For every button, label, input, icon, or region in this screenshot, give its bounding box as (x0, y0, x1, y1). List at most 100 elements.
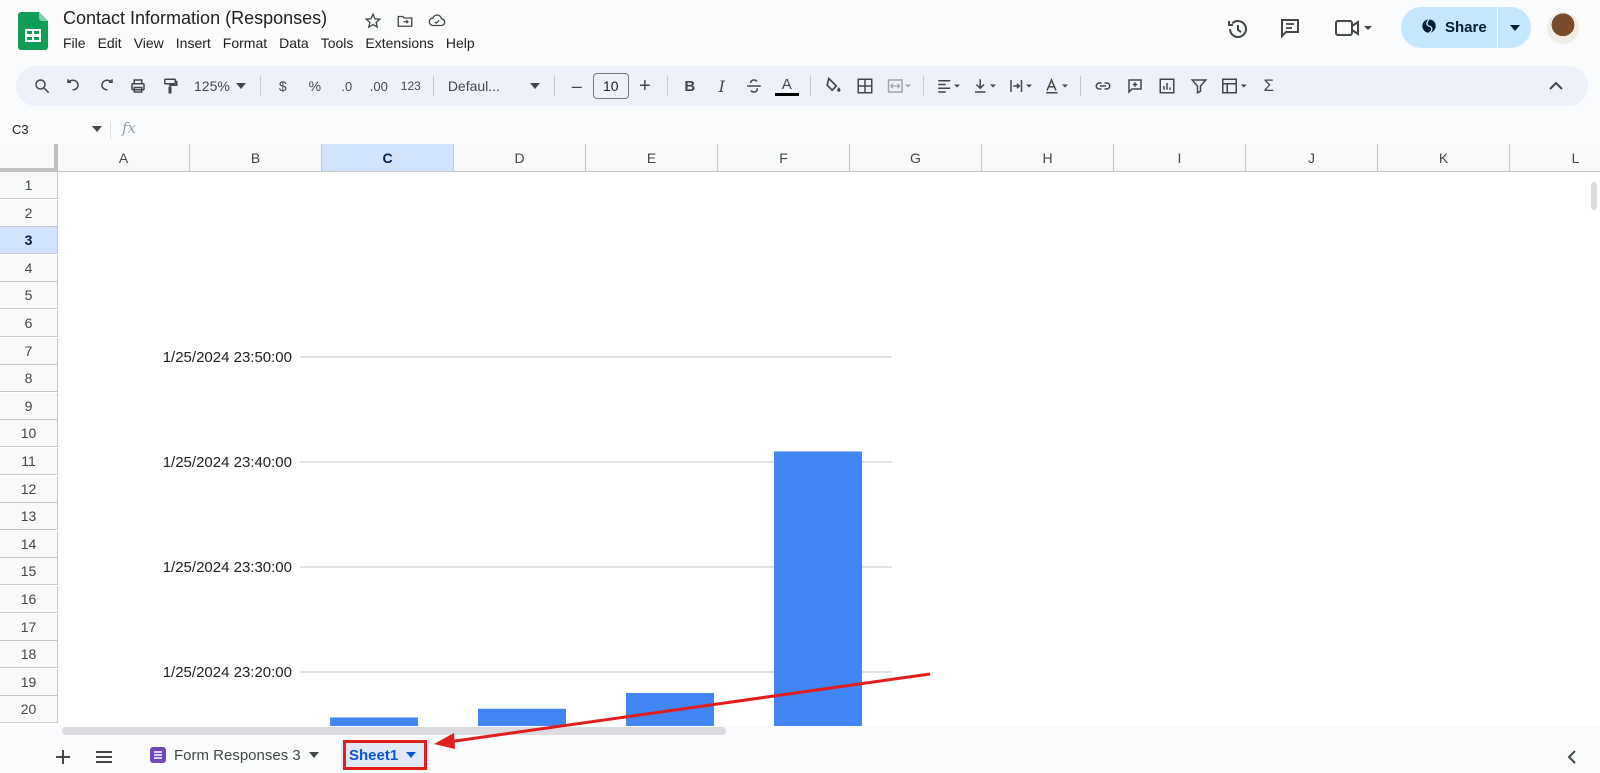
undo-icon[interactable] (60, 72, 88, 100)
menu-view[interactable]: View (134, 35, 172, 51)
chevron-down-icon[interactable] (308, 752, 319, 758)
row-header-15[interactable]: 15 (0, 558, 58, 586)
vertical-align-icon[interactable] (968, 72, 1000, 100)
vertical-scrollbar[interactable] (1588, 178, 1600, 726)
filter-views-icon[interactable] (1217, 72, 1251, 100)
row-header-18[interactable]: 18 (0, 641, 58, 669)
menu-insert[interactable]: Insert (176, 35, 219, 51)
column-header-b[interactable]: B (190, 144, 322, 172)
row-header-11[interactable]: 11 (0, 448, 58, 475)
row-header-3[interactable]: 3 (0, 227, 58, 255)
insert-link-icon[interactable] (1089, 72, 1117, 100)
row-header-13[interactable]: 13 (0, 503, 58, 531)
row-header-5[interactable]: 5 (0, 282, 58, 310)
move-folder-icon[interactable] (394, 10, 416, 32)
add-sheet-icon[interactable] (52, 746, 74, 768)
row-header-6[interactable]: 6 (0, 310, 58, 337)
filter-icon[interactable] (1185, 72, 1213, 100)
functions-button[interactable]: Σ (1255, 72, 1283, 100)
chart-bar[interactable] (626, 693, 714, 726)
strikethrough-icon[interactable] (740, 72, 768, 100)
collapse-toolbar-icon[interactable] (1542, 72, 1570, 100)
select-all-corner[interactable] (0, 144, 58, 172)
redo-icon[interactable] (92, 72, 120, 100)
column-header-j[interactable]: J (1246, 144, 1378, 172)
insert-comment-icon[interactable] (1121, 72, 1149, 100)
horizontal-align-icon[interactable] (932, 72, 964, 100)
column-header-a[interactable]: A (58, 144, 190, 172)
meet-icon[interactable] (1332, 15, 1376, 41)
increase-decimal-button[interactable]: .00 (365, 72, 393, 100)
search-menus-icon[interactable] (28, 72, 56, 100)
increase-font-size-button[interactable]: + (631, 72, 659, 100)
row-header-12[interactable]: 12 (0, 475, 58, 503)
paint-format-icon[interactable] (156, 72, 184, 100)
row-header-20[interactable]: 20 (0, 696, 58, 724)
all-sheets-icon[interactable] (93, 746, 115, 768)
column-header-l[interactable]: L (1510, 144, 1600, 172)
menu-file[interactable]: File (63, 35, 94, 51)
menu-edit[interactable]: Edit (98, 35, 130, 51)
column-header-d[interactable]: D (454, 144, 586, 172)
print-icon[interactable] (124, 72, 152, 100)
document-title[interactable]: Contact Information (Responses) (63, 8, 327, 29)
merge-cells-icon[interactable] (883, 72, 915, 100)
percent-button[interactable]: % (301, 72, 329, 100)
vertical-scroll-thumb[interactable] (1591, 182, 1597, 210)
share-button[interactable]: Share (1401, 7, 1531, 48)
column-header-i[interactable]: I (1114, 144, 1246, 172)
decrease-font-size-button[interactable]: – (563, 72, 591, 100)
row-header-16[interactable]: 16 (0, 586, 58, 613)
currency-button[interactable]: $ (269, 72, 297, 100)
text-wrapping-icon[interactable] (1004, 72, 1036, 100)
menu-extensions[interactable]: Extensions (365, 35, 441, 51)
avatar[interactable] (1547, 12, 1579, 44)
version-history-icon[interactable] (1225, 16, 1251, 42)
menu-help[interactable]: Help (446, 35, 483, 51)
zoom-select[interactable]: 125% (188, 72, 252, 100)
italic-button[interactable]: I (708, 72, 736, 100)
row-header-2[interactable]: 2 (0, 199, 58, 227)
sheet-tab-form-responses[interactable]: Form Responses 3 (142, 740, 327, 770)
chart-bar[interactable] (774, 451, 862, 727)
bold-button[interactable]: B (676, 72, 704, 100)
row-header-19[interactable]: 19 (0, 668, 58, 696)
menu-data[interactable]: Data (279, 35, 317, 51)
decrease-decimal-button[interactable]: .0 (333, 72, 361, 100)
collapse-side-panel-icon[interactable] (1561, 746, 1583, 768)
row-header-4[interactable]: 4 (0, 254, 58, 282)
column-header-k[interactable]: K (1378, 144, 1510, 172)
row-header-9[interactable]: 9 (0, 392, 58, 420)
column-header-f[interactable]: F (718, 144, 850, 172)
menu-tools[interactable]: Tools (321, 35, 362, 51)
horizontal-scroll-thumb[interactable] (62, 727, 726, 735)
cloud-saved-icon[interactable] (426, 10, 448, 32)
font-select[interactable]: Defaul... (442, 72, 546, 100)
row-header-7[interactable]: 7 (0, 337, 58, 365)
borders-icon[interactable] (851, 72, 879, 100)
row-header-14[interactable]: 14 (0, 530, 58, 558)
column-header-c[interactable]: C (322, 144, 454, 172)
text-rotation-icon[interactable] (1040, 72, 1072, 100)
more-formats-button[interactable]: 123 (397, 72, 425, 100)
text-color-button[interactable]: A (772, 72, 802, 100)
spreadsheet-grid[interactable]: ABCDEFGHIJKL 1 2 3 4 5 6 7 8 9 10 11 12 13 14 15 16 17 18… (0, 144, 1600, 726)
column-header-h[interactable]: H (982, 144, 1114, 172)
menu-format[interactable]: Format (223, 35, 275, 51)
comments-icon[interactable] (1277, 15, 1303, 41)
row-header-17[interactable]: 17 (0, 613, 58, 641)
share-dropdown-icon[interactable] (1498, 24, 1531, 31)
sheets-logo[interactable] (18, 12, 50, 50)
column-header-e[interactable]: E (586, 144, 718, 172)
row-header-10[interactable]: 10 (0, 420, 58, 448)
horizontal-scrollbar[interactable] (58, 724, 1588, 736)
insert-chart-icon[interactable] (1153, 72, 1181, 100)
row-header-1[interactable]: 1 (0, 172, 58, 199)
fill-color-icon[interactable] (819, 72, 847, 100)
column-header-g[interactable]: G (850, 144, 982, 172)
row-header-8[interactable]: 8 (0, 365, 58, 393)
star-icon[interactable] (362, 10, 384, 32)
name-box[interactable]: C3 (12, 117, 102, 141)
font-size-input[interactable]: 10 (592, 73, 629, 99)
bar-chart[interactable]: 1/25/2024 23:10:001/25/2024 23:20:001/25… (58, 316, 894, 726)
